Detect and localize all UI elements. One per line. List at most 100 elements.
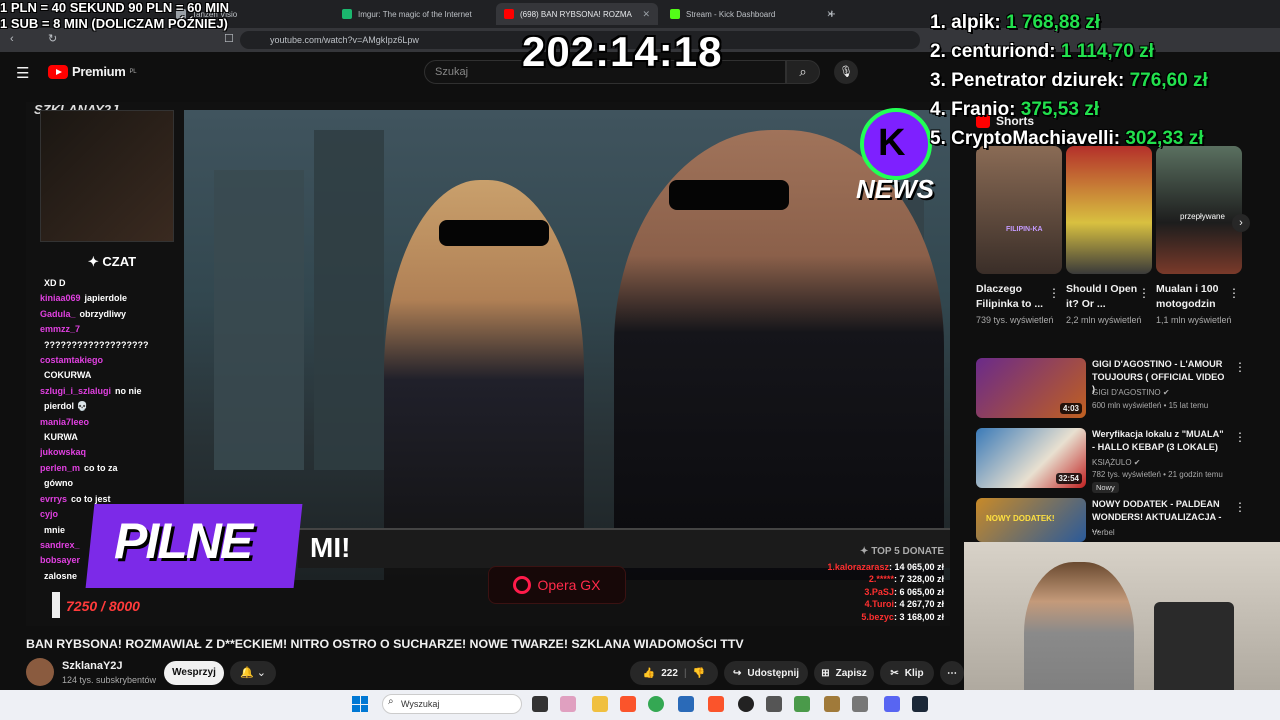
- video-channel[interactable]: Verbel: [1092, 526, 1232, 539]
- discord-icon[interactable]: [884, 696, 900, 712]
- short-thumbnail[interactable]: [1066, 146, 1152, 274]
- mic-icon: 🎙: [839, 66, 853, 78]
- youtube-logo[interactable]: Premium PL: [48, 64, 137, 79]
- video-player[interactable]: SZKLANAY2J ✦ CZAT XD D kiniaa069japierdo…: [26, 102, 950, 626]
- donate-rate-info: 1 PLN = 40 SEKUND 90 PLN = 60 MIN 1 SUB …: [0, 0, 230, 31]
- chat-message: kiniaa069 japierdole: [40, 293, 128, 304]
- k-news-letter: K: [878, 122, 906, 164]
- chat-message: gówno: [44, 478, 73, 489]
- share-button[interactable]: ↪ Udostępnij: [724, 661, 808, 685]
- more-vert-icon[interactable]: ⋮: [1234, 500, 1246, 514]
- app-icon[interactable]: [824, 696, 840, 712]
- subathon-timer: 202:14:18: [522, 28, 723, 75]
- taskbar-search[interactable]: Wyszukaj: [382, 694, 522, 714]
- chevron-right-icon[interactable]: ›: [1232, 214, 1250, 232]
- channel-name[interactable]: SzklanaY2J: [62, 660, 123, 672]
- subscriber-count: 124 tys. subskrybentów: [62, 675, 157, 685]
- new-tab-button[interactable]: +: [828, 6, 836, 21]
- app-icon[interactable]: [678, 696, 694, 712]
- goal-icon: [52, 592, 60, 618]
- video-meta: 782 tys. wyświetleń • 21 godzin temu: [1092, 470, 1223, 479]
- menu-icon[interactable]: ☰: [16, 64, 29, 82]
- task-view-icon[interactable]: [532, 696, 548, 712]
- brave-icon[interactable]: [708, 696, 724, 712]
- kick-favicon-icon: [670, 9, 680, 19]
- channel-avatar[interactable]: [26, 658, 54, 686]
- chat-message: perlen_m co to za: [40, 462, 118, 473]
- donor-row: 2. centuriond: 1 114,70 zł: [930, 41, 1154, 62]
- app-icon[interactable]: [794, 696, 810, 712]
- short-thumbnail[interactable]: przepływane: [1156, 146, 1242, 274]
- video-thumbnail[interactable]: NOWY DODATEK!: [976, 498, 1086, 542]
- close-tab-icon[interactable]: ✕: [642, 9, 650, 20]
- windows-start-icon[interactable]: [352, 696, 368, 712]
- more-vert-icon[interactable]: ⋮: [1228, 286, 1240, 300]
- donor-row: 3. Penetrator dziurek: 776,60 zł: [930, 70, 1208, 91]
- new-badge: Nowy: [1092, 482, 1119, 493]
- donor-row: 1. alpik: 1 768,88 zł: [930, 12, 1101, 33]
- chat-message: Gadula_ obrzydliwy: [40, 308, 127, 319]
- short-views: 739 tys. wyświetleń: [976, 315, 1054, 325]
- chat-message: jukowskaq: [40, 447, 87, 458]
- calculator-icon[interactable]: [852, 696, 868, 712]
- more-vert-icon[interactable]: ⋮: [1234, 430, 1246, 444]
- save-button[interactable]: ⊞ Zapisz: [814, 661, 874, 685]
- chat-message: pierdol 💀: [44, 401, 88, 412]
- chat-message: szlugi_i_szlalugi no nie: [40, 385, 142, 396]
- top5-row: 3.PaSJ: 6 065,00 zł: [864, 586, 944, 597]
- browser-tab[interactable]: Stream - Kick Dashboard ✕: [662, 3, 842, 25]
- video-thumbnail[interactable]: 4:03: [976, 358, 1086, 418]
- imgur-favicon-icon: [342, 9, 352, 19]
- short-thumbnail[interactable]: FILIPIN-KA: [976, 146, 1062, 274]
- top5-row: 1.kalorazarasz: 14 065,00 zł: [827, 562, 944, 572]
- top5-row: 5.bezyc: 3 168,00 zł: [861, 611, 944, 622]
- more-vert-icon[interactable]: ⋮: [1138, 286, 1150, 300]
- notifications-button[interactable]: 🔔 ⌄: [230, 661, 276, 685]
- chat-message: emmzz_7: [40, 324, 81, 335]
- more-vert-icon[interactable]: ⋮: [1234, 360, 1246, 374]
- file-explorer-icon[interactable]: [592, 696, 608, 712]
- windows-taskbar: [0, 690, 1280, 720]
- short-title[interactable]: Dlaczego Filipinka to ...: [976, 282, 1056, 312]
- app-icon[interactable]: [766, 696, 782, 712]
- search-button[interactable]: ⌕: [786, 60, 820, 84]
- sunglasses: [669, 180, 789, 210]
- search-icon: ⌕: [388, 696, 394, 707]
- top5-row: 4.Turoi: 4 267,70 zł: [864, 599, 944, 610]
- obs-icon[interactable]: [738, 696, 754, 712]
- reload-icon[interactable]: ↻: [48, 32, 57, 45]
- short-title[interactable]: Mualan i 100 motogodzin: [1156, 282, 1236, 312]
- ticker-text: MI!: [310, 532, 351, 563]
- video-meta: 600 mln wyświetleń • 15 lat temu: [1092, 401, 1209, 410]
- chrome-icon[interactable]: [648, 696, 664, 712]
- copilot-icon[interactable]: [560, 696, 576, 712]
- back-icon[interactable]: ‹: [10, 33, 14, 45]
- voice-search-button[interactable]: 🎙: [834, 60, 858, 84]
- donation-goal: 7250 / 8000: [66, 598, 140, 614]
- brave-icon[interactable]: [620, 696, 636, 712]
- k-news-label: NEWS: [856, 174, 934, 204]
- clip-button[interactable]: ✂ Klip: [880, 661, 934, 685]
- more-actions-button[interactable]: ⋯: [940, 661, 964, 685]
- search-icon: ⌕: [799, 64, 807, 79]
- steam-icon[interactable]: [912, 696, 928, 712]
- bookmark-icon[interactable]: ☐: [224, 32, 234, 45]
- video-channel[interactable]: GIGI D'AGOSTINO ✔: [1092, 386, 1232, 399]
- top-donors-list: 1. alpik: 1 768,88 zł 2. centuriond: 1 1…: [930, 8, 1208, 153]
- video-title[interactable]: Weryfikacja lokalu z "MUALA" - HALLO KEB…: [1092, 428, 1226, 453]
- video-thumbnail[interactable]: 32:54: [976, 428, 1086, 488]
- top5-donate-panel: ✦ TOP 5 DONATE 1.kalorazarasz: 14 065,00…: [796, 546, 944, 623]
- chair: [1154, 602, 1234, 702]
- chat-message: KURWA: [44, 432, 78, 443]
- top5-row: 2.*****: 7 328,00 zł: [868, 574, 944, 585]
- support-button[interactable]: Wesprzyj: [164, 661, 224, 685]
- streamer-webcam-inset: [40, 110, 174, 242]
- like-dislike-button[interactable]: 👍 222 | 👎: [630, 661, 718, 685]
- browser-tab-active[interactable]: (698) BAN RYBSONA! ROZMA ✕: [496, 3, 658, 25]
- browser-tab[interactable]: Imgur: The magic of the Internet: [334, 3, 494, 25]
- save-icon: ⊞: [821, 667, 830, 679]
- sunglasses: [439, 220, 549, 246]
- thumbs-up-icon: 👍: [642, 667, 656, 679]
- short-title[interactable]: Should I Open it? Or ...: [1066, 282, 1146, 312]
- more-vert-icon[interactable]: ⋮: [1048, 286, 1060, 300]
